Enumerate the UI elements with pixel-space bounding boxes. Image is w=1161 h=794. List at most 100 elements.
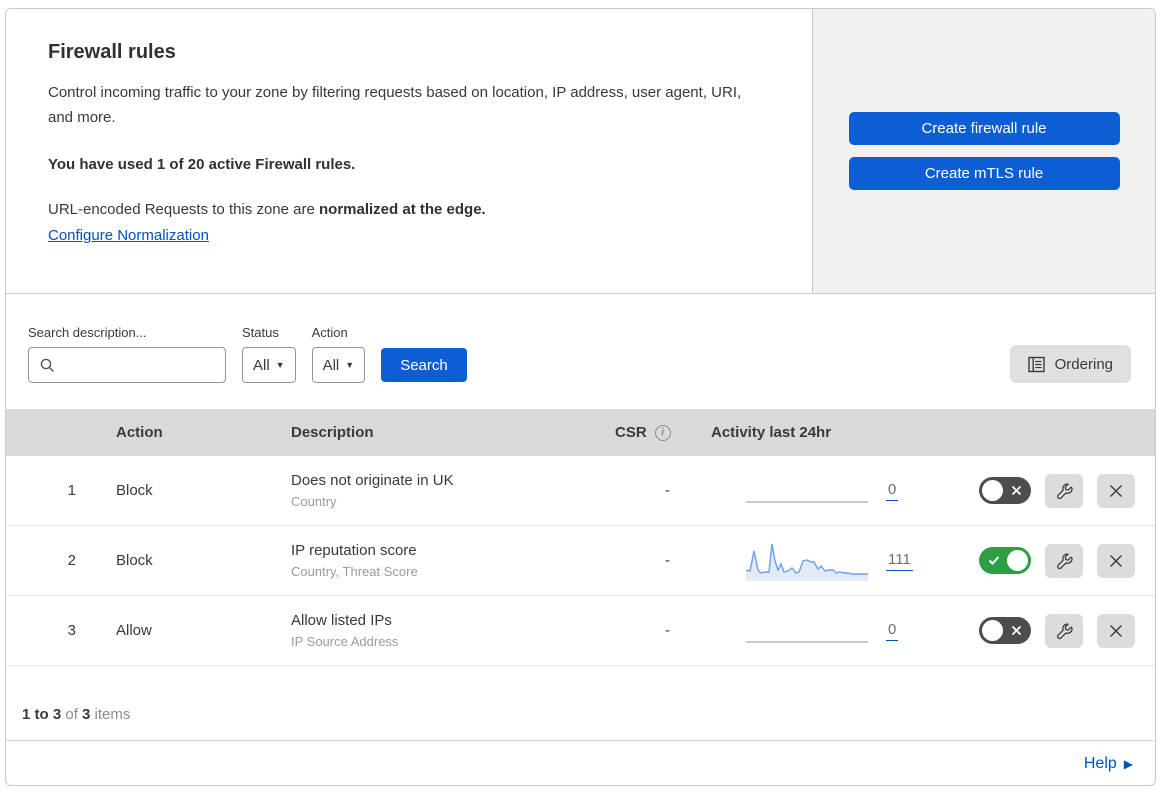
create-firewall-rule-button[interactable]: Create firewall rule — [848, 112, 1120, 145]
delete-rule-button[interactable] — [1097, 473, 1135, 508]
rule-activity-cell: 0 — [701, 611, 936, 651]
rule-csr-value: - — [665, 622, 670, 639]
toggle-knob — [982, 620, 1003, 641]
close-icon — [1110, 624, 1122, 637]
column-action: Action — [116, 424, 163, 441]
rule-action: Block — [116, 552, 153, 569]
wrench-icon — [1057, 553, 1073, 569]
rule-activity-cell: 111 — [701, 541, 936, 581]
activity-count-link[interactable]: 0 — [886, 621, 899, 641]
rule-controls — [936, 543, 1155, 578]
normalization-note: URL-encoded Requests to this zone are no… — [48, 201, 764, 218]
search-icon — [40, 358, 54, 372]
rule-description-cell: IP reputation score Country, Threat Scor… — [269, 542, 579, 579]
wrench-icon — [1057, 483, 1073, 499]
rule-enabled-toggle[interactable] — [979, 617, 1031, 644]
status-select-value: All — [253, 356, 270, 374]
column-csr-label: CSR — [615, 424, 647, 441]
toggle-off-x-icon — [1011, 485, 1022, 496]
rule-priority: 2 — [67, 552, 76, 569]
ordering-button[interactable]: Ordering — [1009, 345, 1131, 383]
column-activity: Activity last 24hr — [711, 424, 832, 441]
status-filter-group: Status All ▼ — [242, 325, 296, 383]
rule-enabled-toggle[interactable] — [979, 477, 1031, 504]
close-icon — [1110, 484, 1122, 497]
activity-sparkline-chart — [746, 543, 868, 581]
status-select[interactable]: All ▼ — [242, 347, 296, 383]
rule-priority: 3 — [67, 622, 76, 639]
page-description: Control incoming traffic to your zone by… — [48, 84, 742, 126]
rule-fields: Country, Threat Score — [291, 564, 418, 579]
action-select[interactable]: All ▼ — [311, 347, 366, 383]
column-description: Description — [291, 424, 374, 441]
search-input-wrapper — [28, 347, 226, 383]
rule-action: Allow — [116, 622, 152, 639]
create-mtls-rule-button[interactable]: Create mTLS rule — [848, 157, 1120, 190]
rule-controls — [936, 613, 1155, 648]
edit-rule-button[interactable] — [1045, 473, 1083, 508]
table-row: 3 Allow Allow listed IPs IP Source Addre… — [6, 596, 1155, 666]
action-filter-group: Action All ▼ — [311, 325, 366, 383]
configure-normalization-link[interactable]: Configure Normalization — [48, 227, 209, 244]
activity-count-link[interactable]: 111 — [886, 551, 913, 571]
header-actions-panel: Create firewall rule Create mTLS rule — [813, 9, 1155, 293]
table-row: 2 Block IP reputation score Country, Thr… — [6, 526, 1155, 596]
table-header: Action Description CSR i Activity last 2… — [6, 409, 1155, 456]
rule-description-cell: Does not originate in UK Country — [269, 472, 579, 509]
toggle-knob — [982, 480, 1003, 501]
table-row: 1 Block Does not originate in UK Country… — [6, 456, 1155, 526]
search-label: Search description... — [28, 325, 147, 340]
action-label: Action — [311, 325, 348, 340]
ordering-list-icon — [1027, 356, 1045, 372]
rule-description: IP reputation score — [291, 542, 417, 559]
help-footer: Help ▶ — [6, 741, 1155, 785]
rule-description: Does not originate in UK — [291, 472, 454, 489]
activity-count-link[interactable]: 0 — [886, 481, 899, 501]
rule-controls — [936, 473, 1155, 508]
rule-fields: IP Source Address — [291, 634, 399, 649]
usage-summary: You have used 1 of 20 active Firewall ru… — [48, 156, 356, 173]
toggle-off-x-icon — [1011, 625, 1022, 636]
filter-bar: Search description... Status All ▼ Actio… — [6, 294, 1155, 409]
firewall-rules-panel: Firewall rules Control incoming traffic … — [5, 8, 1156, 786]
rule-csr-value: - — [665, 552, 670, 569]
rule-priority: 1 — [67, 482, 76, 499]
activity-sparkline-flat — [746, 471, 868, 511]
normalization-note-text: URL-encoded Requests to this zone are — [48, 201, 319, 218]
chevron-down-icon: ▼ — [345, 359, 355, 370]
page-title: Firewall rules — [48, 41, 176, 63]
pagination-range: 1 to 3 — [22, 706, 62, 723]
search-button[interactable]: Search — [381, 348, 467, 382]
pagination-items: items — [90, 706, 131, 723]
edit-rule-button[interactable] — [1045, 613, 1083, 648]
rule-fields: Country — [291, 494, 337, 509]
toggle-knob — [1007, 550, 1028, 571]
header-section: Firewall rules Control incoming traffic … — [6, 9, 1155, 294]
info-icon[interactable]: i — [654, 424, 671, 441]
chevron-down-icon: ▼ — [275, 359, 285, 370]
header-text-block: Firewall rules Control incoming traffic … — [6, 9, 813, 293]
search-group: Search description... — [28, 325, 226, 383]
rule-description-cell: Allow listed IPs IP Source Address — [269, 612, 579, 649]
rule-enabled-toggle[interactable] — [979, 547, 1031, 574]
pagination-of: of — [61, 706, 83, 723]
help-arrow-icon: ▶ — [1123, 757, 1133, 771]
toggle-on-check-icon — [988, 556, 1000, 565]
search-input[interactable] — [29, 348, 225, 382]
column-csr: CSR i — [579, 424, 701, 441]
normalization-note-bold: normalized at the edge. — [319, 201, 486, 218]
close-icon — [1110, 554, 1122, 567]
edit-rule-button[interactable] — [1045, 543, 1083, 578]
wrench-icon — [1057, 623, 1073, 639]
delete-rule-button[interactable] — [1097, 613, 1135, 648]
activity-sparkline-flat — [746, 611, 868, 651]
rule-csr-value: - — [665, 482, 670, 499]
rule-description: Allow listed IPs — [291, 612, 392, 629]
delete-rule-button[interactable] — [1097, 543, 1135, 578]
action-select-value: All — [322, 356, 340, 374]
help-link[interactable]: Help — [1084, 755, 1117, 773]
ordering-button-label: Ordering — [1054, 355, 1113, 373]
rule-action: Block — [116, 482, 153, 499]
status-label: Status — [242, 325, 279, 340]
rule-activity-cell: 0 — [701, 471, 936, 511]
